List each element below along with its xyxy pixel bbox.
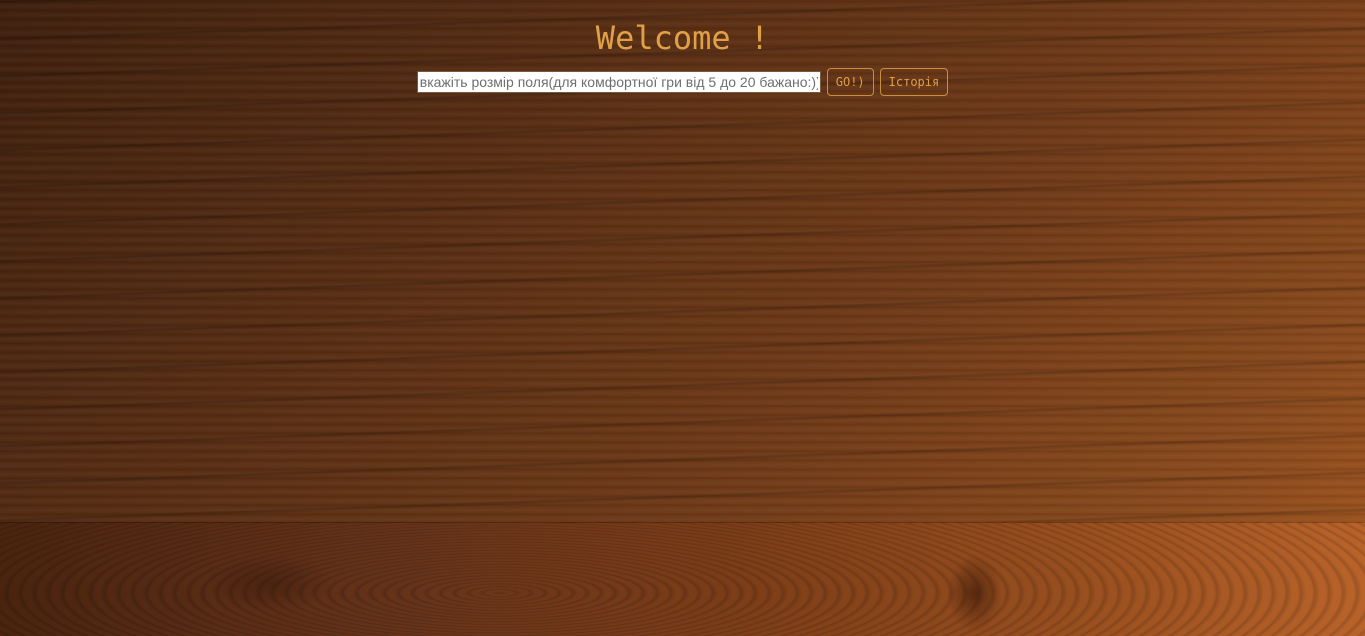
go-button[interactable]: GO!)	[826, 68, 874, 96]
page-header: Welcome ! GO!) Історія	[0, 18, 1365, 96]
page-title: Welcome !	[595, 19, 770, 57]
game-setup-controls: GO!) Історія	[0, 68, 1365, 96]
history-button[interactable]: Історія	[879, 68, 949, 96]
field-size-input[interactable]	[416, 71, 821, 93]
wood-plank-decoration	[0, 522, 1365, 636]
